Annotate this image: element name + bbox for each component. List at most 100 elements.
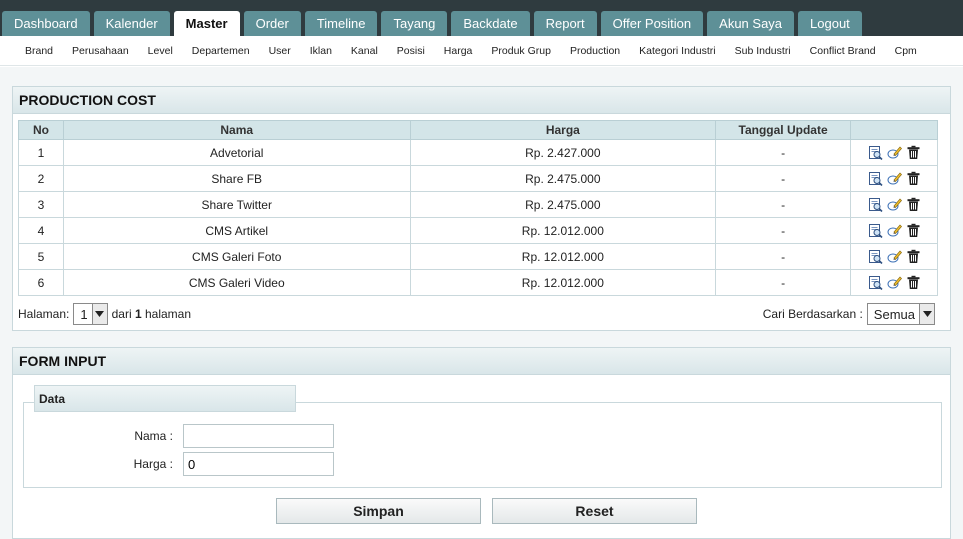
nav-tab-report[interactable]: Report	[533, 11, 597, 36]
col-header-tanggal-update[interactable]: Tanggal Update	[715, 120, 852, 140]
cell-nama: CMS Artikel	[62, 217, 411, 244]
nav-tab-logout[interactable]: Logout	[798, 11, 862, 36]
cell-tanggal-update: -	[715, 139, 852, 166]
view-icon[interactable]	[868, 171, 883, 187]
edit-icon[interactable]	[887, 223, 902, 238]
nav-tab-master[interactable]: Master	[173, 11, 240, 36]
panel-title: FORM INPUT	[13, 348, 950, 375]
cell-no: 4	[18, 217, 64, 244]
view-icon[interactable]	[868, 249, 883, 265]
cell-tanggal-update: -	[715, 269, 852, 296]
view-icon[interactable]	[868, 197, 883, 213]
nama-row: Nama :	[13, 424, 334, 448]
delete-icon[interactable]	[906, 223, 921, 238]
subnav-kanal[interactable]: Kanal	[351, 45, 378, 57]
subnav-departemen[interactable]: Departemen	[192, 45, 250, 57]
harga-label: Harga :	[133, 457, 173, 471]
pager-label: Halaman:	[18, 307, 70, 321]
save-button[interactable]: Simpan	[276, 498, 481, 524]
search-label: Cari Berdasarkan :	[762, 307, 863, 321]
chevron-down-icon	[91, 304, 107, 324]
subnav-harga[interactable]: Harga	[444, 45, 473, 57]
table-row: 4 CMS Artikel Rp. 12.012.000-	[18, 217, 938, 244]
delete-icon[interactable]	[906, 249, 921, 264]
reset-button[interactable]: Reset	[492, 498, 697, 524]
subnav-conflict-brand[interactable]: Conflict Brand	[810, 45, 876, 57]
top-bar: Dashboard Kalender Master Order Timeline…	[0, 0, 963, 36]
cell-nama: Share FB	[62, 165, 411, 192]
production-cost-panel: PRODUCTION COST No Nama Harga Tanggal Up…	[12, 86, 951, 331]
table-row: 6 CMS Galeri Video Rp. 12.012.000-	[18, 269, 938, 296]
harga-input[interactable]	[183, 452, 334, 476]
harga-row: Harga :	[13, 452, 334, 476]
nav-tab-backdate[interactable]: Backdate	[451, 11, 530, 36]
sub-nav: Brand Perusahaan Level Departemen User I…	[0, 36, 963, 66]
pager-total: 1	[134, 307, 142, 321]
subnav-sub-industri[interactable]: Sub Industri	[735, 45, 791, 57]
cell-harga: Rp. 12.012.000	[409, 269, 717, 296]
view-icon[interactable]	[868, 275, 883, 291]
subnav-iklan[interactable]: Iklan	[310, 45, 332, 57]
cell-harga: Rp. 2.475.000	[409, 191, 717, 218]
table-row: 3 Share Twitter Rp. 2.475.000-	[18, 191, 938, 218]
nav-tab-timeline[interactable]: Timeline	[304, 11, 378, 36]
subnav-level[interactable]: Level	[148, 45, 173, 57]
cell-tanggal-update: -	[715, 217, 852, 244]
nav-tab-akun-saya[interactable]: Akun Saya	[707, 11, 795, 36]
subnav-cpm[interactable]: Cpm	[895, 45, 917, 57]
subnav-kategori-industri[interactable]: Kategori Industri	[639, 45, 715, 57]
nav-tab-order[interactable]: Order	[243, 11, 301, 36]
subnav-user[interactable]: User	[269, 45, 291, 57]
production-table: No Nama Harga Tanggal Update 1 Advetorial…	[18, 120, 938, 296]
cell-no: 1	[18, 139, 64, 166]
subnav-posisi[interactable]: Posisi	[397, 45, 425, 57]
delete-icon[interactable]	[906, 171, 921, 186]
cell-actions	[850, 165, 938, 192]
subnav-brand[interactable]: Brand	[25, 45, 53, 57]
subnav-perusahaan[interactable]: Perusahaan	[72, 45, 129, 57]
subnav-production[interactable]: Production	[570, 45, 620, 57]
panel-title: PRODUCTION COST	[13, 87, 950, 114]
nav-tab-dashboard[interactable]: Dashboard	[2, 11, 90, 36]
table-header-row: No Nama Harga Tanggal Update	[18, 120, 938, 140]
view-icon[interactable]	[868, 223, 883, 239]
nama-input[interactable]	[183, 424, 334, 448]
edit-icon[interactable]	[887, 145, 902, 160]
nav-tab-tayang[interactable]: Tayang	[381, 11, 448, 36]
cell-harga: Rp. 12.012.000	[409, 217, 717, 244]
fieldset-legend: Data	[34, 385, 296, 412]
delete-icon[interactable]	[906, 197, 921, 212]
edit-icon[interactable]	[887, 197, 902, 212]
page-select[interactable]: 1	[73, 303, 108, 325]
cell-actions	[850, 139, 938, 166]
cell-actions	[850, 217, 938, 244]
edit-icon[interactable]	[887, 275, 902, 290]
nav-tab-kalender[interactable]: Kalender	[93, 11, 170, 36]
main-nav: Dashboard Kalender Master Order Timeline…	[2, 11, 866, 36]
nav-tab-offer-position[interactable]: Offer Position	[600, 11, 704, 36]
cell-no: 5	[18, 243, 64, 270]
edit-icon[interactable]	[887, 171, 902, 186]
col-header-nama[interactable]: Nama	[62, 120, 411, 140]
search-select[interactable]: Semua	[866, 303, 935, 325]
pager-unit: halaman	[144, 307, 192, 321]
cell-actions	[850, 269, 938, 296]
col-header-no[interactable]: No	[18, 120, 64, 140]
cell-harga: Rp. 12.012.000	[409, 243, 717, 270]
search-filter: Cari Berdasarkan : Semua	[763, 303, 935, 325]
edit-icon[interactable]	[887, 249, 902, 264]
form-input-panel: FORM INPUT Data Nama : Harga : Simpan Re…	[12, 347, 951, 539]
table-row: 2 Share FB Rp. 2.475.000-	[18, 165, 938, 192]
col-header-harga[interactable]: Harga	[409, 120, 717, 140]
cell-no: 3	[18, 191, 64, 218]
cell-nama: Advetorial	[62, 139, 411, 166]
chevron-down-icon	[919, 304, 934, 324]
subnav-produk-grup[interactable]: Produk Grup	[491, 45, 551, 57]
table-row: 1 Advetorial Rp. 2.427.000-	[18, 139, 938, 166]
cell-nama: CMS Galeri Foto	[62, 243, 411, 270]
delete-icon[interactable]	[906, 145, 921, 160]
cell-actions	[850, 243, 938, 270]
delete-icon[interactable]	[906, 275, 921, 290]
cell-harga: Rp. 2.475.000	[409, 165, 717, 192]
view-icon[interactable]	[868, 145, 883, 161]
